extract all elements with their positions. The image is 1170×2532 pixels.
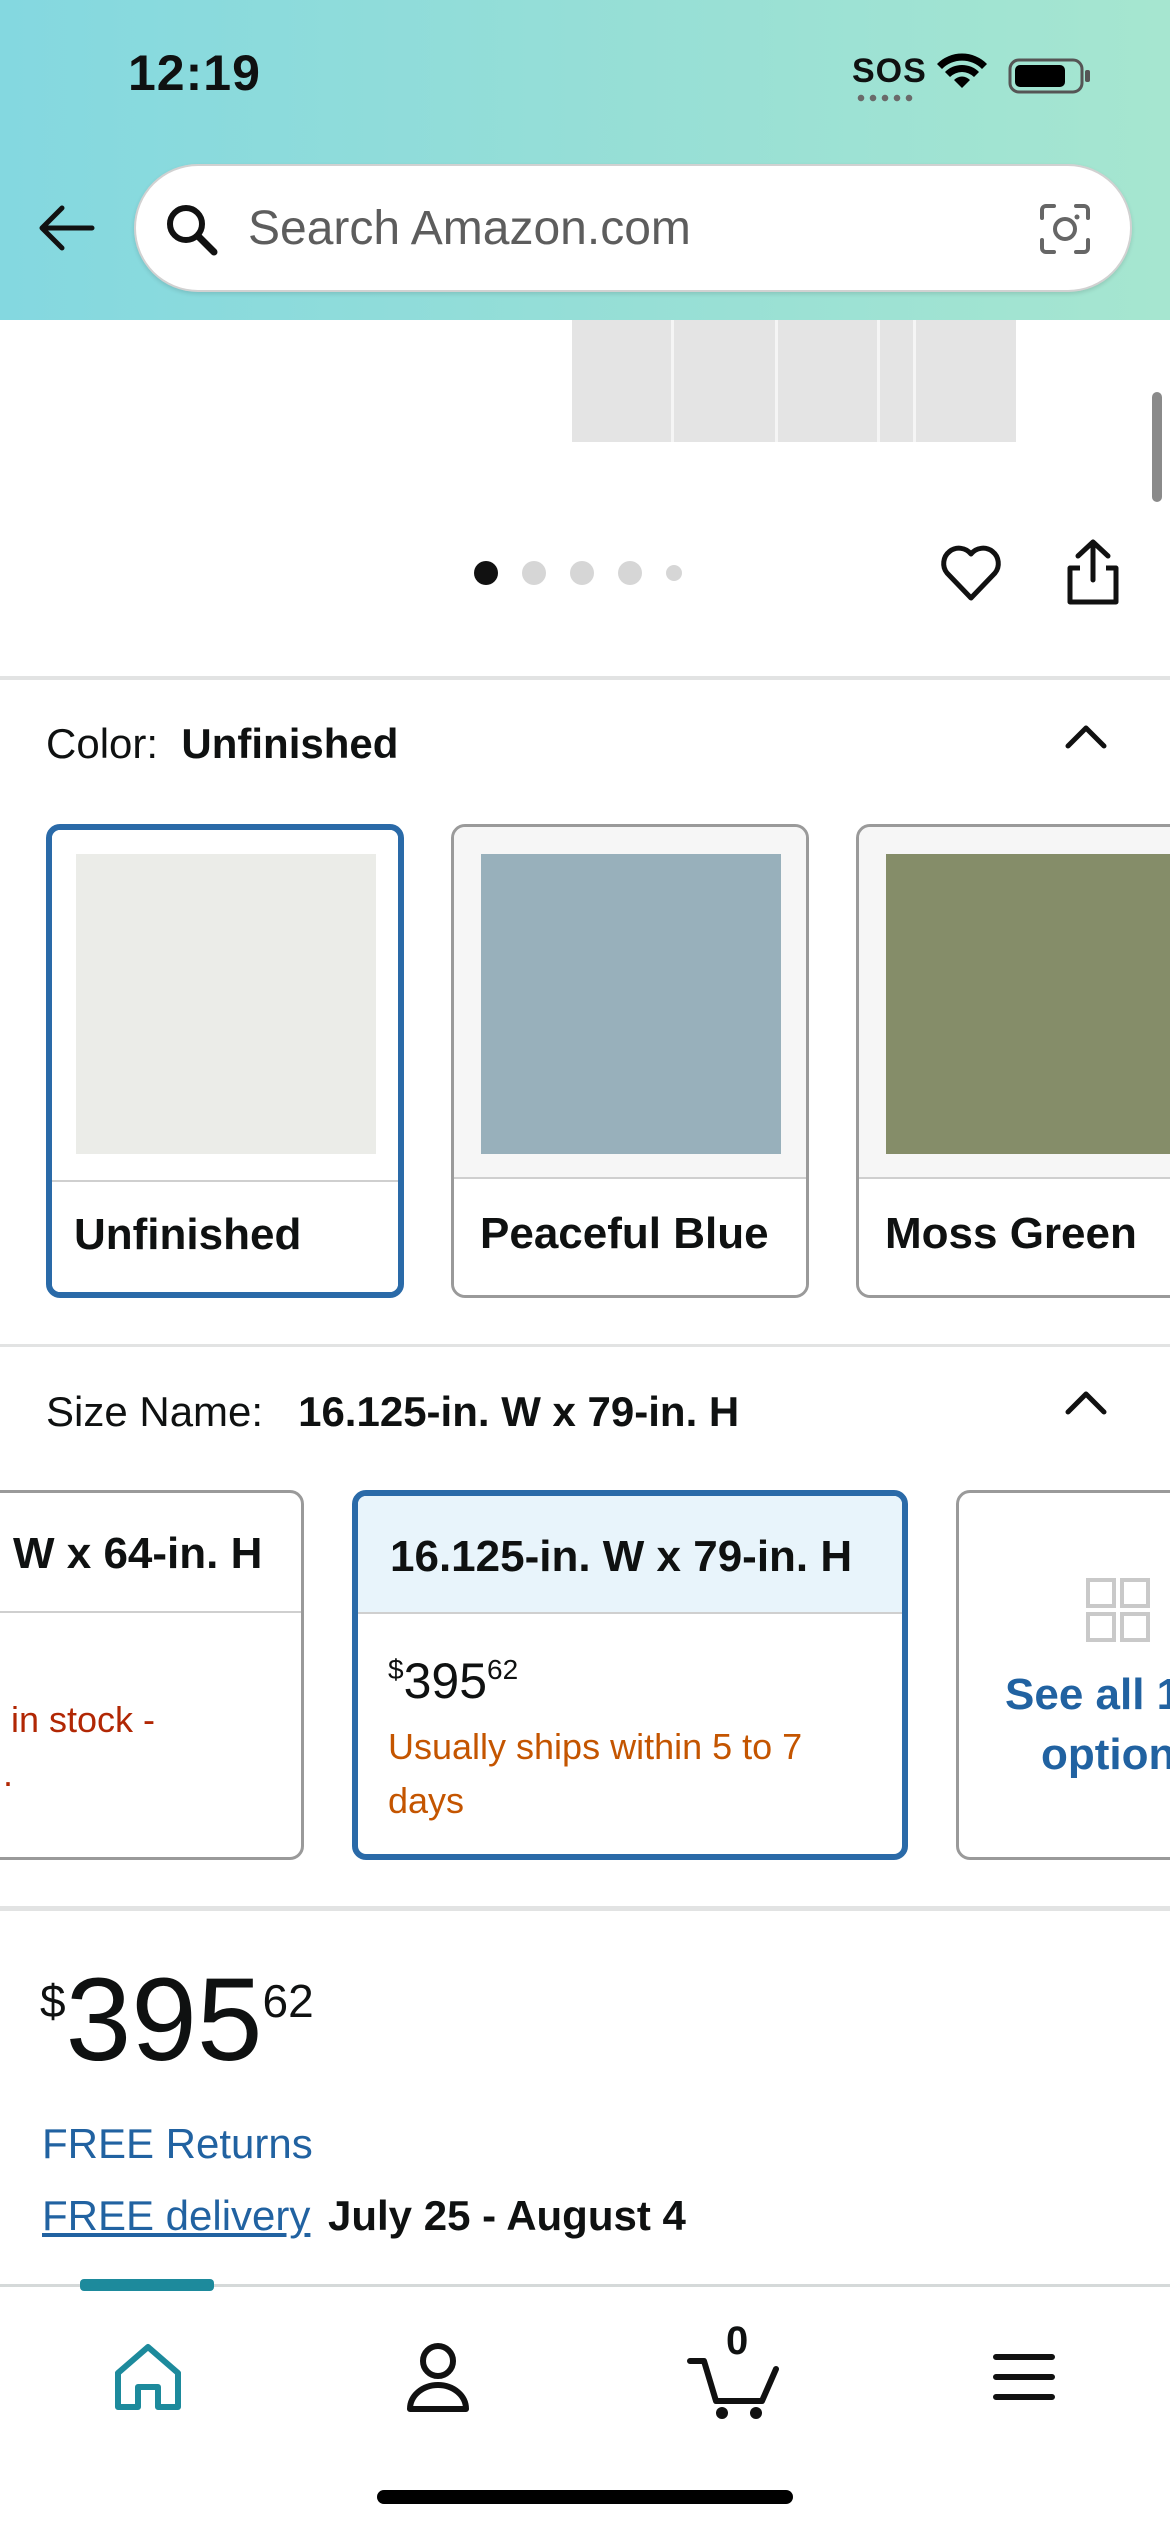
status-time: 12:19 bbox=[128, 45, 261, 101]
share-icon[interactable] bbox=[1060, 536, 1126, 608]
color-option-peaceful-blue[interactable]: Peaceful Blue bbox=[451, 824, 809, 1298]
see-all-options-link-line2[interactable]: option bbox=[1041, 1725, 1170, 1785]
free-delivery-link[interactable]: FREE delivery bbox=[42, 2192, 310, 2240]
size-option-title: W x 64-in. H bbox=[13, 1529, 263, 1578]
menu-icon[interactable] bbox=[974, 2327, 1074, 2427]
color-option-name: Peaceful Blue bbox=[480, 1209, 769, 1258]
color-selected-value: Unfinished bbox=[181, 720, 399, 767]
color-option-name: Unfinished bbox=[74, 1210, 302, 1259]
carousel-dot[interactable] bbox=[570, 561, 594, 585]
collapse-chevron-up-icon[interactable] bbox=[1062, 1386, 1110, 1416]
color-swatch bbox=[76, 854, 376, 1154]
carousel-dots bbox=[474, 560, 682, 586]
see-all-options-card[interactable]: See all 1 option bbox=[956, 1490, 1170, 1860]
stock-status-line2: . bbox=[3, 1753, 14, 1794]
grid-icon bbox=[1086, 1578, 1150, 1642]
section-divider bbox=[0, 676, 1170, 680]
header: 12:19 SOS bbox=[0, 0, 1170, 320]
stock-status: in stock - bbox=[11, 1699, 156, 1740]
size-selected-value: 16.125-in. W x 79-in. H bbox=[298, 1388, 740, 1435]
color-swatch bbox=[886, 854, 1170, 1154]
product-image[interactable] bbox=[572, 320, 1016, 442]
battery-icon bbox=[1008, 58, 1090, 94]
search-input[interactable] bbox=[246, 192, 1006, 264]
color-label-row: Color: Unfinished bbox=[46, 720, 398, 768]
home-indicator bbox=[377, 2490, 793, 2504]
size-option-79in[interactable]: 16.125-in. W x 79-in. H $39562 Usually s… bbox=[352, 1490, 908, 1860]
camera-scan-icon[interactable] bbox=[1036, 200, 1094, 258]
sos-dots-icon bbox=[855, 94, 915, 102]
back-arrow-icon[interactable] bbox=[34, 196, 98, 260]
product-price: $39562 bbox=[40, 1954, 314, 2086]
scrollbar[interactable] bbox=[1152, 392, 1162, 502]
search-icon bbox=[167, 205, 218, 256]
section-divider bbox=[0, 1344, 1170, 1347]
size-label: Size Name: bbox=[46, 1388, 264, 1435]
delivery-date: July 25 - August 4 bbox=[328, 2192, 686, 2239]
see-all-options-link[interactable]: See all 1 bbox=[1005, 1665, 1170, 1725]
carousel-dot[interactable] bbox=[666, 565, 682, 581]
product-image-panel bbox=[880, 320, 916, 442]
free-returns-link[interactable]: FREE Returns bbox=[42, 2120, 313, 2168]
color-option-name: Moss Green bbox=[885, 1209, 1137, 1258]
shipping-status: Usually ships within 5 to 7 bbox=[388, 1726, 803, 1767]
wifi-icon bbox=[937, 53, 987, 88]
size-option-64in[interactable]: W x 64-in. H in stock - . bbox=[0, 1490, 304, 1860]
collapse-chevron-up-icon[interactable] bbox=[1062, 720, 1110, 750]
search-bar[interactable] bbox=[134, 164, 1132, 292]
cart-count-badge: 0 bbox=[726, 2319, 749, 2363]
color-option-unfinished[interactable]: Unfinished bbox=[46, 824, 404, 1298]
shipping-status-line2: days bbox=[388, 1780, 465, 1821]
heart-icon[interactable] bbox=[938, 540, 1004, 606]
size-option-price: $39562 bbox=[388, 1653, 519, 1709]
color-swatch bbox=[481, 854, 781, 1154]
color-label: Color: bbox=[46, 720, 159, 767]
product-image-panel bbox=[778, 320, 880, 442]
carousel-dot[interactable] bbox=[618, 561, 642, 585]
size-label-row: Size Name: 16.125-in. W x 79-in. H bbox=[46, 1388, 739, 1436]
account-icon[interactable] bbox=[388, 2327, 488, 2427]
color-option-moss-green[interactable]: Moss Green bbox=[856, 824, 1170, 1298]
product-image-panel bbox=[674, 320, 778, 442]
sos-indicator: SOS bbox=[852, 52, 927, 90]
nav-active-indicator bbox=[80, 2279, 214, 2291]
home-icon[interactable] bbox=[98, 2327, 198, 2427]
carousel-dot[interactable] bbox=[474, 561, 498, 585]
size-option-title: 16.125-in. W x 79-in. H bbox=[390, 1532, 853, 1581]
carousel-dot[interactable] bbox=[522, 561, 546, 585]
product-image-panel bbox=[572, 320, 674, 442]
section-divider bbox=[0, 1906, 1170, 1911]
